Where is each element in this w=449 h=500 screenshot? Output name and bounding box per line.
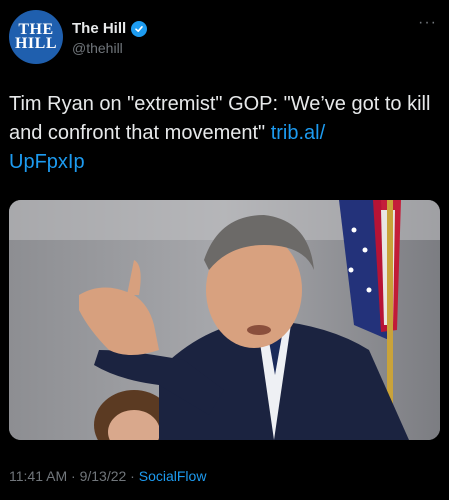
tweet-header: THE HILL The Hill @thehill ···	[9, 10, 437, 66]
tweet-text: Tim Ryan on "extremist" GOP: "We’ve got …	[9, 90, 439, 177]
tweet-photo[interactable]	[9, 200, 440, 440]
avatar-text-line2: HILL	[14, 35, 57, 52]
tweet-link-part1: trib.al/	[270, 122, 326, 144]
verified-badge-icon	[131, 20, 148, 37]
photo-illustration	[9, 200, 440, 440]
tweet-date[interactable]: 9/13/22	[80, 468, 127, 484]
tweet-link-part2: UpFpxIp	[9, 151, 85, 173]
tweet-source[interactable]: SocialFlow	[139, 468, 207, 484]
tweet-time[interactable]: 11:41 AM	[9, 468, 67, 484]
tweet-meta: 11:41 AM · 9/13/22 · SocialFlow	[9, 468, 206, 484]
display-name[interactable]: The Hill	[72, 20, 126, 37]
meta-separator: ·	[67, 468, 80, 484]
tweet-text-body: Tim Ryan on "extremist" GOP: "We’ve got …	[9, 93, 431, 144]
meta-separator: ·	[126, 468, 139, 484]
name-row: The Hill	[72, 20, 148, 37]
more-horizontal-icon[interactable]: ···	[418, 15, 437, 31]
avatar[interactable]: THE HILL	[9, 10, 63, 64]
handle[interactable]: @thehill	[72, 40, 147, 56]
account-names: The Hill @thehill	[72, 20, 148, 56]
